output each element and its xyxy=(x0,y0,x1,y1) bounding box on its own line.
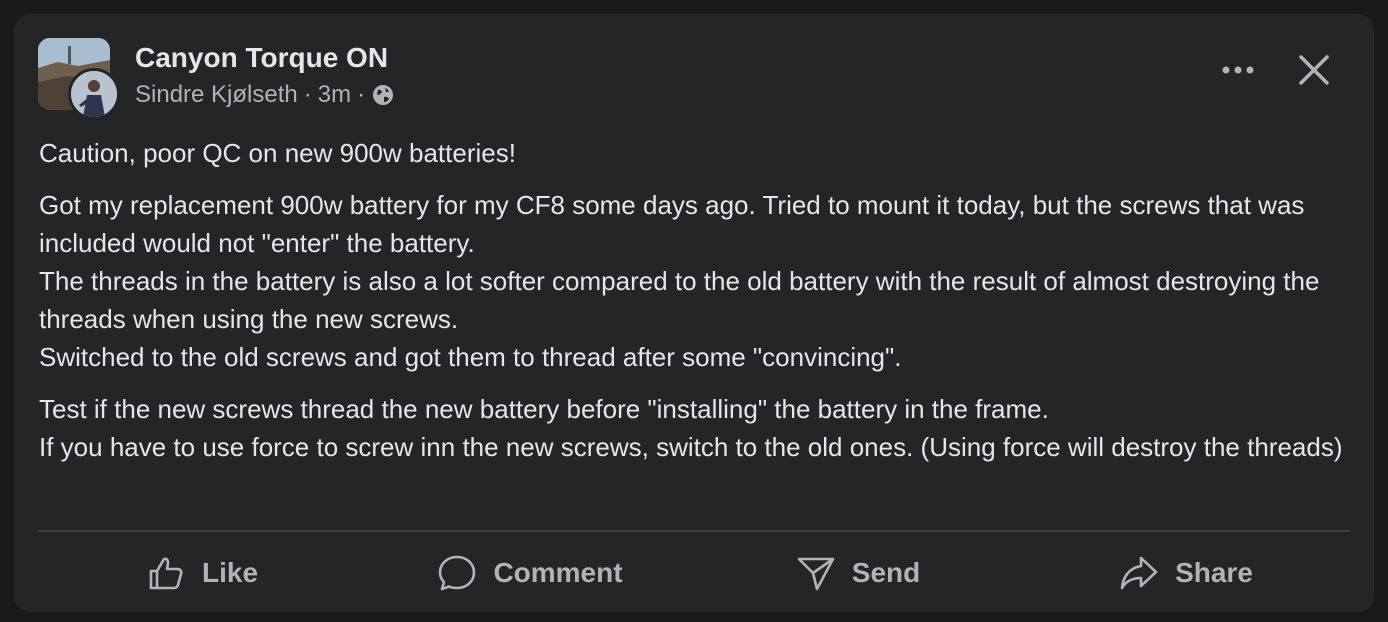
divider xyxy=(38,530,1350,532)
send-icon xyxy=(797,557,835,591)
avatar[interactable] xyxy=(68,68,120,120)
globe-icon[interactable] xyxy=(371,83,395,107)
post-header: Canyon Torque ON Sindre Kjølseth · 3m · xyxy=(135,40,395,110)
avatar-group[interactable] xyxy=(38,38,120,120)
share-button[interactable]: Share xyxy=(1022,540,1350,606)
post-action-bar: Like Comment Send Share xyxy=(38,540,1350,606)
author-name-link[interactable]: Sindre Kjølseth xyxy=(135,80,298,110)
comment-icon xyxy=(439,555,476,591)
more-horizontal-icon[interactable] xyxy=(1218,50,1258,90)
post-meta: Sindre Kjølseth · 3m · xyxy=(135,80,395,110)
post-top-actions xyxy=(1218,50,1334,90)
post-timestamp-link[interactable]: 3m xyxy=(318,80,351,110)
post-paragraph: Caution, poor QC on new 900w batteries! xyxy=(39,138,516,168)
like-button[interactable]: Like xyxy=(38,540,366,606)
group-name-link[interactable]: Canyon Torque ON xyxy=(135,40,395,76)
comment-button[interactable]: Comment xyxy=(366,540,694,606)
post-card: Canyon Torque ON Sindre Kjølseth · 3m · xyxy=(14,14,1374,612)
close-icon[interactable] xyxy=(1294,50,1334,90)
comment-label: Comment xyxy=(493,557,623,588)
thumbs-up-icon xyxy=(149,557,183,590)
share-label: Share xyxy=(1175,557,1253,588)
post-paragraph: Got my replacement 900w battery for my C… xyxy=(39,190,1320,372)
post-paragraph: Test if the new screws thread the new ba… xyxy=(39,394,1343,462)
post-body: Caution, poor QC on new 900w batteries! … xyxy=(39,134,1349,480)
like-label: Like xyxy=(201,557,259,588)
share-icon xyxy=(1120,556,1158,590)
meta-separator: · xyxy=(303,81,312,108)
meta-separator: · xyxy=(357,81,366,108)
send-button[interactable]: Send xyxy=(694,540,1022,606)
send-label: Send xyxy=(851,557,921,588)
